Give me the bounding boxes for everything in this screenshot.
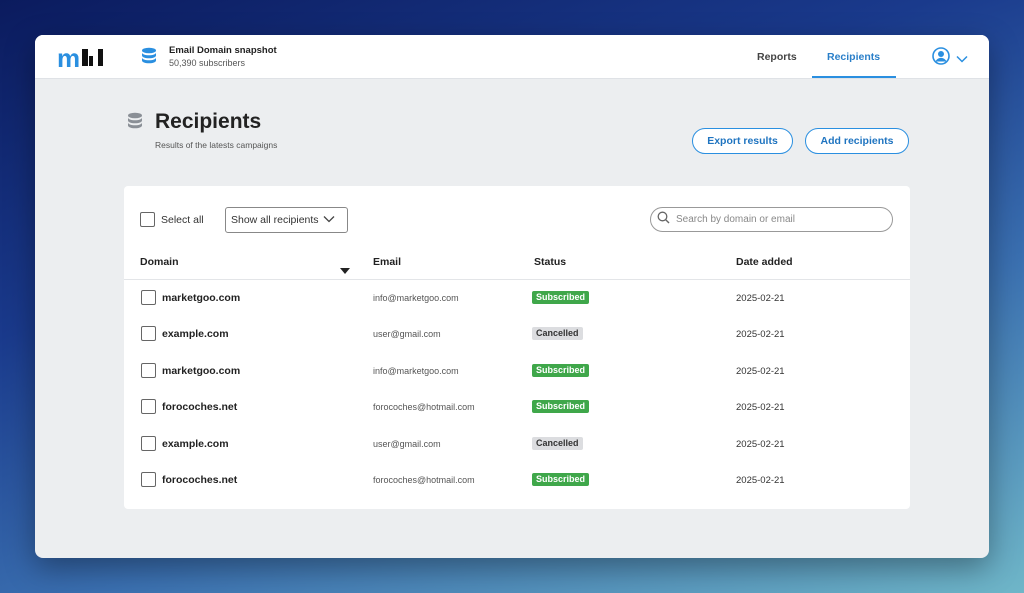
app-logo[interactable]: m <box>57 45 104 71</box>
top-bar: m Email Domain snapshot 50,390 subscribe… <box>35 35 989 79</box>
row-checkbox[interactable] <box>141 290 156 305</box>
page-title: Recipients <box>155 110 262 133</box>
table-row: marketgoo.com info@marketgoo.com Subscri… <box>124 280 910 316</box>
select-all-label: Select all <box>161 214 204 226</box>
row-date-added: 2025-02-21 <box>736 475 785 486</box>
page-subtitle: Results of the latests campaigns <box>155 140 278 150</box>
row-date-added: 2025-02-21 <box>736 402 785 413</box>
snapshot-title: Email Domain snapshot <box>169 45 277 56</box>
row-email: forocoches@hotmail.com <box>373 402 475 412</box>
row-checkbox[interactable] <box>141 472 156 487</box>
status-badge: Cancelled <box>532 437 583 450</box>
filter-dropdown-value: Show all recipients <box>231 214 319 226</box>
status-badge: Cancelled <box>532 327 583 340</box>
column-header-status[interactable]: Status <box>534 256 566 268</box>
search-box[interactable] <box>650 207 893 232</box>
recipients-table-card: Select all Show all recipients Domain Em… <box>124 186 910 509</box>
row-checkbox[interactable] <box>141 399 156 414</box>
row-domain: marketgoo.com <box>162 365 241 377</box>
row-email: user@gmail.com <box>373 329 441 339</box>
row-email: info@marketgoo.com <box>373 366 459 376</box>
export-results-button[interactable]: Export results <box>692 128 793 154</box>
row-date-added: 2025-02-21 <box>736 329 785 340</box>
active-tab-indicator <box>812 76 896 78</box>
column-header-domain[interactable]: Domain <box>140 256 179 268</box>
row-checkbox[interactable] <box>141 363 156 378</box>
row-domain: forocoches.net <box>162 401 238 413</box>
search-input[interactable] <box>676 214 876 225</box>
table-row: marketgoo.com info@marketgoo.com Subscri… <box>124 353 910 389</box>
user-menu[interactable] <box>932 47 968 70</box>
status-badge: Subscribed <box>532 400 590 413</box>
chevron-down-icon <box>323 214 335 226</box>
table-row: forocoches.net forocoches@hotmail.com Su… <box>124 389 910 425</box>
row-domain: marketgoo.com <box>162 292 241 304</box>
add-recipients-button[interactable]: Add recipients <box>805 128 909 154</box>
row-checkbox[interactable] <box>141 326 156 341</box>
row-email: info@marketgoo.com <box>373 293 459 303</box>
table-row: example.com user@gmail.com Cancelled 202… <box>124 426 910 462</box>
row-domain: forocoches.net <box>162 474 238 486</box>
app-window: m Email Domain snapshot 50,390 subscribe… <box>35 35 989 558</box>
row-email: forocoches@hotmail.com <box>373 475 475 485</box>
user-avatar-icon <box>932 47 950 70</box>
table-row: forocoches.net forocoches@hotmail.com Su… <box>124 462 910 498</box>
table-row: example.com user@gmail.com Cancelled 202… <box>124 316 910 352</box>
row-email: user@gmail.com <box>373 439 441 449</box>
column-header-email[interactable]: Email <box>373 256 401 268</box>
select-all-checkbox[interactable] <box>140 212 155 227</box>
search-icon <box>657 211 670 229</box>
chevron-down-icon <box>956 50 968 68</box>
column-header-date-added[interactable]: Date added <box>736 256 793 268</box>
row-date-added: 2025-02-21 <box>736 439 785 450</box>
row-date-added: 2025-02-21 <box>736 366 785 377</box>
status-badge: Subscribed <box>532 473 590 486</box>
nav-tab-reports[interactable]: Reports <box>757 51 797 63</box>
nav-tab-recipients[interactable]: Recipients <box>827 51 880 63</box>
row-checkbox[interactable] <box>141 436 156 451</box>
snapshot-subscriber-count: 50,390 subscribers <box>169 58 246 68</box>
row-domain: example.com <box>162 438 229 450</box>
row-domain: example.com <box>162 328 229 340</box>
sort-descending-icon[interactable] <box>340 261 350 279</box>
database-icon <box>141 47 157 70</box>
recipient-filter-dropdown[interactable]: Show all recipients <box>225 207 348 233</box>
status-badge: Subscribed <box>532 364 590 377</box>
status-badge: Subscribed <box>532 291 590 304</box>
row-date-added: 2025-02-21 <box>736 293 785 304</box>
database-icon <box>127 112 143 135</box>
